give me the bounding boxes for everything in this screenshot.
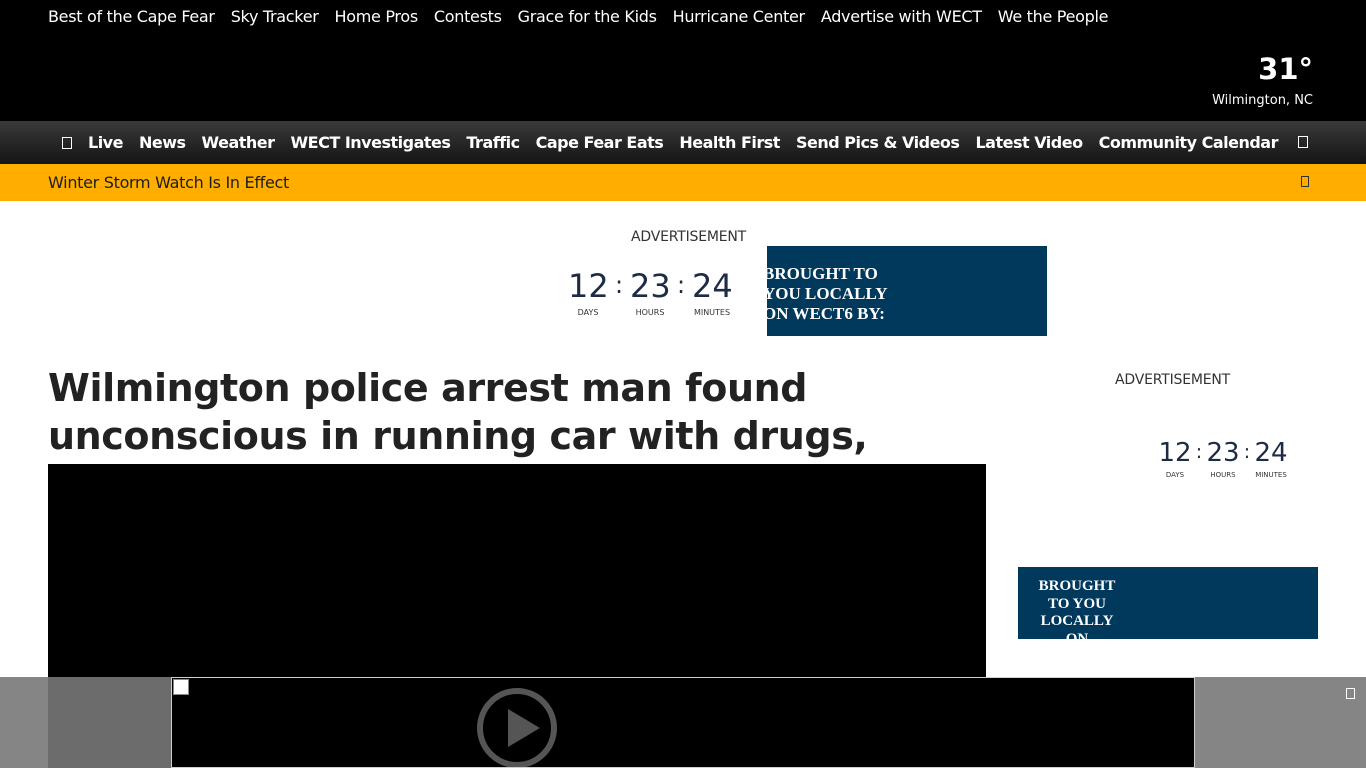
weather-widget[interactable]: 31° Wilmington, NC [1212, 53, 1313, 109]
nav-item-send-pics-videos[interactable]: Send Pics & Videos [796, 133, 960, 152]
weather-temperature: 31° [1258, 52, 1313, 86]
weather-location: Wilmington, NC [1212, 93, 1313, 108]
countdown-minutes-label: MINUTES [693, 308, 731, 317]
countdown-days: 12 DAYS [1158, 438, 1192, 479]
countdown-minutes: 24 MINUTES [1254, 438, 1288, 479]
nav-item-live[interactable]: Live [88, 133, 123, 152]
alert-bar[interactable]: Winter Storm Watch Is In Effect [0, 164, 1366, 201]
top-link-sky-tracker[interactable]: Sky Tracker [231, 7, 319, 27]
promo-line: ON WECT6 [1065, 630, 1089, 640]
countdown-days-label: DAYS [577, 308, 599, 317]
nav-item-latest-video[interactable]: Latest Video [975, 133, 1083, 152]
top-link-home-pros[interactable]: Home Pros [335, 7, 419, 27]
countdown-hours-label: HOURS [1210, 471, 1236, 479]
countdown-separator: : [614, 271, 624, 299]
nav-item-health-first[interactable]: Health First [679, 133, 780, 152]
countdown-timer[interactable]: 12 DAYS : 23 HOURS : 24 MINUTES [568, 267, 733, 317]
countdown-hours: 23 HOURS [630, 267, 671, 317]
menu-icon[interactable] [62, 136, 72, 149]
play-icon[interactable] [477, 688, 557, 767]
nav-item-cape-fear-eats[interactable]: Cape Fear Eats [536, 133, 664, 152]
top-link-we-the-people[interactable]: We the People [998, 7, 1109, 27]
countdown-timer[interactable]: 12 DAYS : 23 HOURS : 24 MINUTES [1158, 438, 1288, 479]
top-header: Best of the Cape Fear Sky Tracker Home P… [0, 0, 1366, 121]
countdown-days: 12 DAYS [568, 267, 609, 317]
countdown-hours: 23 HOURS [1206, 438, 1240, 479]
countdown-separator: : [676, 271, 686, 299]
alert-text[interactable]: Winter Storm Watch Is In Effect [48, 173, 289, 192]
countdown-days-value: 12 [1158, 438, 1192, 468]
main-nav: Live News Weather WECT Investigates Traf… [0, 121, 1366, 164]
top-link-hurricane-center[interactable]: Hurricane Center [673, 7, 806, 27]
nav-item-weather[interactable]: Weather [202, 133, 276, 152]
top-link-contests[interactable]: Contests [434, 7, 502, 27]
advertisement-label: ADVERTISEMENT [631, 229, 747, 245]
countdown-separator: : [1243, 441, 1251, 463]
nav-item-news[interactable]: News [139, 133, 186, 152]
countdown-minutes-value: 24 [1254, 438, 1288, 468]
nav-item-traffic[interactable]: Traffic [466, 133, 520, 152]
promo-line: LOCALLY [1040, 613, 1114, 629]
promo-line: BROUGHT [1038, 578, 1116, 594]
chevron-down-icon[interactable] [1301, 176, 1309, 187]
countdown-hours-value: 23 [1206, 438, 1240, 468]
top-link-grace-for-the-kids[interactable]: Grace for the Kids [518, 7, 657, 27]
sponsor-promo-sidebar[interactable]: BROUGHT TO YOU LOCALLY ON WECT6 [1018, 567, 1318, 639]
sponsor-promo-banner[interactable]: BROUGHT TO YOU LOCALLY ON WECT6 BY: [767, 246, 1047, 336]
countdown-minutes: 24 MINUTES [692, 267, 733, 317]
countdown-hours-value: 23 [630, 267, 671, 305]
broken-image-icon [173, 679, 189, 695]
countdown-minutes-label: MINUTES [1255, 471, 1287, 479]
search-icon[interactable] [1298, 136, 1308, 148]
promo-line: YOU LOCALLY [767, 284, 888, 303]
top-link-best-of-cape-fear[interactable]: Best of the Cape Fear [48, 7, 215, 27]
sticky-video-player[interactable] [171, 677, 1195, 768]
promo-line: BROUGHT TO [767, 264, 878, 283]
countdown-days-label: DAYS [1165, 471, 1185, 479]
nav-item-wect-investigates[interactable]: WECT Investigates [291, 133, 451, 152]
promo-line: ON WECT6 BY: [767, 304, 885, 323]
advertisement-label: ADVERTISEMENT [1115, 372, 1231, 388]
nav-items: Live News Weather WECT Investigates Traf… [62, 121, 1278, 164]
top-link-advertise[interactable]: Advertise with WECT [821, 7, 982, 27]
countdown-minutes-value: 24 [692, 267, 733, 305]
countdown-days-value: 12 [568, 267, 609, 305]
top-links: Best of the Cape Fear Sky Tracker Home P… [48, 7, 1108, 27]
promo-line: TO YOU [1048, 595, 1106, 612]
close-icon[interactable] [1346, 688, 1355, 699]
countdown-separator: : [1195, 441, 1203, 463]
nav-item-community-calendar[interactable]: Community Calendar [1099, 133, 1279, 152]
countdown-hours-label: HOURS [635, 308, 665, 317]
